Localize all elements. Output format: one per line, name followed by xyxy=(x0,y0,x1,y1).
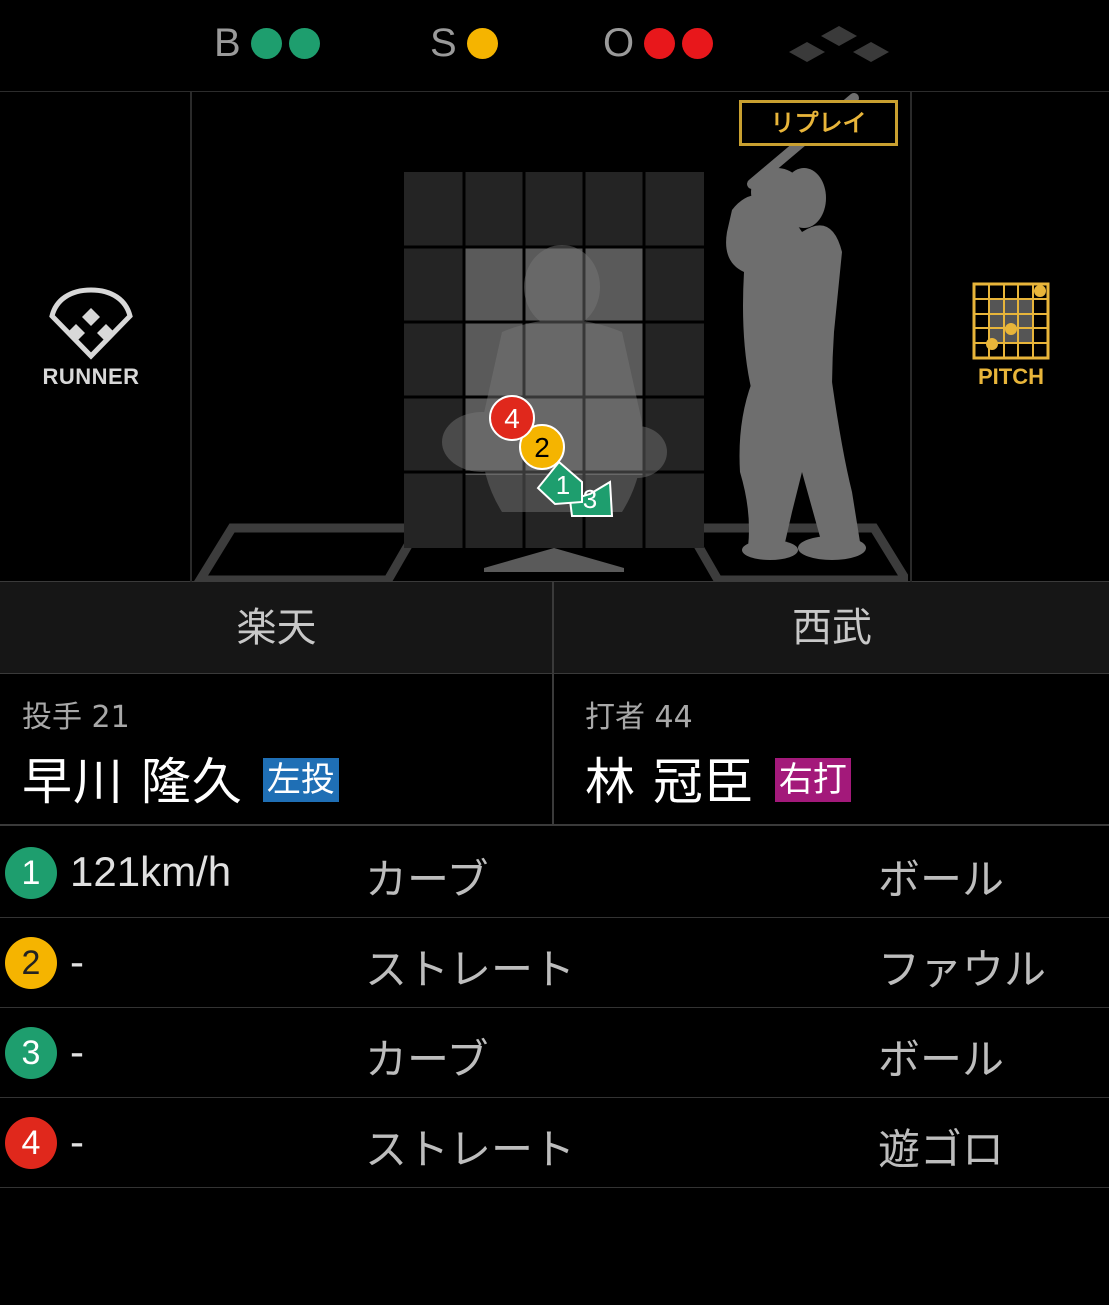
team-divider xyxy=(552,582,554,674)
runner-label: RUNNER xyxy=(42,364,140,389)
pitch-row[interactable]: 3 - カーブ ボール xyxy=(0,1008,1109,1098)
pitch-field: RUNNER PITCH リプレイ 3 1 2 4 xyxy=(0,92,1109,582)
pitch-speed: 121km/h xyxy=(70,848,232,895)
bases-icon xyxy=(789,26,889,62)
batter-hand-badge: 右打 xyxy=(774,758,851,802)
count-bar: B S O xyxy=(0,0,1109,92)
pitch-row[interactable]: 4 - ストレート 遊ゴロ xyxy=(0,1098,1109,1188)
strike-dot xyxy=(466,27,498,59)
pitch-speed: - xyxy=(70,1028,84,1075)
team-home[interactable]: 楽天 xyxy=(0,582,553,674)
strike-zone-grid-icon xyxy=(972,282,1050,360)
pitcher-role: 投手 21 xyxy=(22,700,130,735)
pitch-button[interactable]: PITCH xyxy=(960,282,1062,392)
pitch-number-badge: 1 xyxy=(5,847,57,899)
strikes-count: S xyxy=(430,20,505,66)
strikes-label: S xyxy=(430,20,457,65)
pitch-type: カーブ xyxy=(365,855,489,904)
player-info: 投手 21 早川 隆久 左投 打者 44 林 冠臣 右打 xyxy=(0,674,1109,826)
pitcher-name-line: 早川 隆久 左投 xyxy=(22,742,339,814)
batter-role: 打者 44 xyxy=(585,700,693,735)
strike-zone-scene: 3 1 2 4 xyxy=(193,93,908,582)
pitch-marker-label: 4 xyxy=(504,403,520,434)
left-batter-box xyxy=(193,523,426,582)
diamond-field-icon xyxy=(49,287,133,360)
pitch-number-badge: 4 xyxy=(5,1117,57,1169)
player-divider xyxy=(552,674,554,826)
pitcher-hand-badge: 左投 xyxy=(262,758,339,802)
pitch-number-badge: 2 xyxy=(5,937,57,989)
pitch-result: 遊ゴロ xyxy=(878,1125,1005,1174)
pitch-marker-label: 3 xyxy=(583,484,597,514)
out-dot xyxy=(682,27,714,59)
home-plate xyxy=(484,548,624,572)
runner-button[interactable]: RUNNER xyxy=(30,282,152,392)
pitcher-name: 早川 隆久 xyxy=(22,753,243,811)
pitch-result: ボール xyxy=(878,855,1005,904)
pitch-marker-label: 2 xyxy=(534,432,550,463)
pitch-number-badge: 3 xyxy=(5,1027,57,1079)
team-away[interactable]: 西武 xyxy=(555,582,1109,674)
batter-info[interactable]: 打者 44 林 冠臣 右打 xyxy=(563,674,1109,826)
pitch-marker-4[interactable]: 4 xyxy=(489,395,535,441)
outs-label: O xyxy=(603,20,635,65)
pitch-type: ストレート xyxy=(365,1125,576,1174)
pitch-list: 1 121km/h カーブ ボール 2 - ストレート ファウル 3 - カーブ… xyxy=(0,828,1109,1188)
field-divider-right xyxy=(910,92,912,582)
pitch-type: カーブ xyxy=(365,1035,489,1084)
batter-name-line: 林 冠臣 右打 xyxy=(585,742,851,814)
pitch-result: ファウル xyxy=(878,945,1047,994)
pitch-row[interactable]: 2 - ストレート ファウル xyxy=(0,918,1109,1008)
batter-name: 林 冠臣 xyxy=(585,753,755,811)
team-header: 楽天 西武 xyxy=(0,582,1109,674)
pitch-label: PITCH xyxy=(978,364,1044,389)
batter-silhouette xyxy=(726,93,866,560)
replay-button[interactable]: リプレイ xyxy=(739,100,898,146)
pitcher-info[interactable]: 投手 21 早川 隆久 左投 xyxy=(0,674,553,826)
balls-count: B xyxy=(214,20,327,66)
pitch-row[interactable]: 1 121km/h カーブ ボール xyxy=(0,828,1109,918)
pitch-result: ボール xyxy=(878,1035,1005,1084)
pitch-speed: - xyxy=(70,1118,84,1165)
out-dot xyxy=(644,27,676,59)
ball-dot xyxy=(288,27,320,59)
pitch-marker-label: 1 xyxy=(556,470,570,500)
ball-dot xyxy=(250,27,282,59)
balls-label: B xyxy=(214,20,241,65)
outs-count: O xyxy=(603,20,720,66)
right-batter-box xyxy=(680,523,908,582)
pitch-speed: - xyxy=(70,938,84,985)
pitch-type: ストレート xyxy=(365,945,576,994)
